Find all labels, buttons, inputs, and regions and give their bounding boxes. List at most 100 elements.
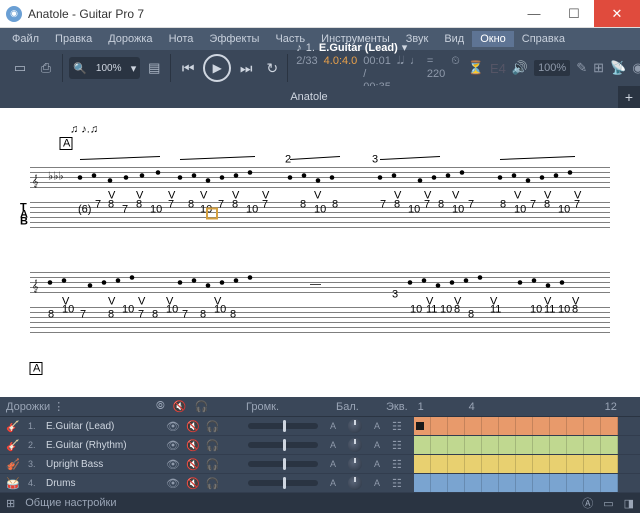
volume-slider[interactable] bbox=[248, 423, 318, 429]
mute-toggle[interactable]: 🔇 bbox=[186, 458, 200, 471]
svg-text:—: — bbox=[310, 279, 321, 291]
settings-icon[interactable]: ◉ bbox=[632, 60, 640, 76]
footer-label: Общие настройки bbox=[25, 497, 116, 509]
track-timeline[interactable] bbox=[414, 455, 634, 473]
broadcast-icon[interactable]: 📡 bbox=[610, 60, 626, 76]
tuner-icon[interactable]: ✎ bbox=[576, 60, 587, 76]
track-timeline[interactable] bbox=[414, 436, 634, 454]
instrument-icon: 🥁 bbox=[6, 477, 18, 490]
svg-text:8: 8 bbox=[48, 309, 54, 321]
zoom-control[interactable]: 🔍 ▾ bbox=[69, 57, 140, 79]
svg-text:V: V bbox=[136, 190, 144, 202]
svg-text:8: 8 bbox=[300, 199, 306, 211]
automation-a[interactable]: A bbox=[328, 478, 338, 488]
solo-toggle[interactable]: 🎧 bbox=[206, 458, 220, 471]
current-track-name: E.Guitar (Lead) bbox=[319, 42, 398, 55]
solo-toggle[interactable]: 🎧 bbox=[206, 477, 220, 490]
svg-text:♫ ♪.♫: ♫ ♪.♫ bbox=[70, 124, 98, 136]
chevron-down-icon[interactable]: ▾ bbox=[131, 62, 137, 75]
track-name[interactable]: E.Guitar (Lead) bbox=[46, 421, 156, 432]
score-view[interactable]: 𝄞 ♭♭♭ 𝄞 TAB A A ♫ ♪.♫ (6)7878107 8107810… bbox=[0, 108, 640, 397]
chevron-down-icon[interactable]: ▾ bbox=[402, 42, 408, 55]
track-timeline[interactable] bbox=[414, 417, 634, 435]
track-name[interactable]: E.Guitar (Rhythm) bbox=[46, 440, 156, 451]
speaker-icon[interactable]: 🔊 bbox=[512, 60, 528, 76]
automation-a[interactable]: A bbox=[328, 421, 338, 431]
svg-text:10: 10 bbox=[314, 204, 326, 216]
hourglass-icon[interactable]: ⏳ bbox=[468, 60, 484, 76]
svg-text:V: V bbox=[232, 190, 240, 202]
eq-button[interactable]: ☷ bbox=[392, 439, 404, 452]
svg-text:10: 10 bbox=[452, 204, 464, 216]
mute-toggle[interactable]: 🔇 bbox=[186, 477, 200, 490]
minimize-button[interactable]: — bbox=[514, 0, 554, 27]
visibility-toggle[interactable]: 👁 bbox=[166, 420, 180, 433]
solo-toggle[interactable]: 🎧 bbox=[206, 420, 220, 433]
skip-forward-button[interactable]: ⏭ bbox=[235, 57, 257, 79]
balance-knob[interactable] bbox=[348, 438, 362, 452]
svg-text:7: 7 bbox=[95, 199, 101, 211]
zoom-input[interactable] bbox=[91, 63, 127, 74]
menu-файл[interactable]: Файл bbox=[4, 31, 47, 47]
automation-a[interactable]: A bbox=[328, 459, 338, 469]
automation-b[interactable]: A bbox=[372, 440, 382, 450]
automation-b[interactable]: A bbox=[372, 421, 382, 431]
menu-нота[interactable]: Нота bbox=[161, 31, 202, 47]
automation-b[interactable]: A bbox=[372, 459, 382, 469]
menu-эффекты[interactable]: Эффекты bbox=[201, 31, 267, 47]
track-timeline[interactable] bbox=[414, 474, 634, 492]
track-row[interactable]: 🎸 1. E.Guitar (Lead) 👁🔇🎧 A A ☷ bbox=[0, 417, 640, 436]
eq-button[interactable]: ☷ bbox=[392, 420, 404, 433]
display-mode-icon[interactable]: ▤ bbox=[142, 56, 166, 80]
eq-button[interactable]: ☷ bbox=[392, 458, 404, 471]
tab-anatole[interactable]: Anatole bbox=[0, 86, 618, 108]
volume-slider[interactable] bbox=[248, 480, 318, 486]
menu-правка[interactable]: Правка bbox=[47, 31, 100, 47]
panel-toggle-icon[interactable]: ▭ bbox=[603, 497, 613, 510]
visibility-toggle[interactable]: 👁 bbox=[166, 439, 180, 452]
balance-knob[interactable] bbox=[348, 476, 362, 490]
svg-text:8: 8 bbox=[230, 309, 236, 321]
menu-dots-icon[interactable]: ⋮ bbox=[53, 401, 64, 413]
track-name[interactable]: Drums bbox=[46, 478, 156, 489]
volume-slider[interactable] bbox=[248, 461, 318, 467]
play-button[interactable]: ▶ bbox=[203, 54, 231, 82]
plectrum-icon: ♪ bbox=[296, 42, 302, 55]
svg-text:10: 10 bbox=[122, 304, 134, 316]
visibility-toggle[interactable]: 👁 bbox=[166, 458, 180, 471]
svg-text:7: 7 bbox=[530, 199, 536, 211]
eq-button[interactable]: ☷ bbox=[392, 477, 404, 490]
svg-text:𝄞: 𝄞 bbox=[32, 280, 39, 293]
balance-knob[interactable] bbox=[348, 419, 362, 433]
volume-slider[interactable] bbox=[248, 442, 318, 448]
mute-toggle[interactable]: 🔇 bbox=[186, 439, 200, 452]
svg-text:8: 8 bbox=[188, 199, 194, 211]
mute-toggle[interactable]: 🔇 bbox=[186, 420, 200, 433]
svg-text:V: V bbox=[138, 296, 146, 308]
print-icon[interactable]: ⎙ bbox=[34, 56, 58, 80]
close-button[interactable]: ✕ bbox=[594, 0, 640, 27]
new-file-icon[interactable]: ▭ bbox=[8, 56, 32, 80]
track-name[interactable]: Upright Bass bbox=[46, 459, 156, 470]
add-tab-button[interactable]: + bbox=[618, 89, 640, 105]
fretboard-icon[interactable]: ⊞ bbox=[593, 60, 604, 76]
menu-справка[interactable]: Справка bbox=[514, 31, 573, 47]
panel-right-icon[interactable]: ◨ bbox=[624, 497, 634, 510]
skip-back-button[interactable]: ⏮ bbox=[177, 57, 199, 79]
maximize-button[interactable]: ☐ bbox=[554, 0, 594, 27]
loop-button[interactable]: ↻ bbox=[261, 57, 283, 79]
menu-окно[interactable]: Окно bbox=[472, 31, 514, 47]
menu-дорожка[interactable]: Дорожка bbox=[100, 31, 160, 47]
solo-toggle[interactable]: 🎧 bbox=[206, 439, 220, 452]
automation-b[interactable]: A bbox=[372, 478, 382, 488]
timeline-ruler[interactable]: 1412 bbox=[418, 401, 634, 413]
track-row[interactable]: 🎸 2. E.Guitar (Rhythm) 👁🔇🎧 A A ☷ bbox=[0, 436, 640, 455]
balance-knob[interactable] bbox=[348, 457, 362, 471]
mute-header-icon: 🔇 bbox=[173, 400, 187, 413]
loop-a-icon[interactable]: Ⓐ bbox=[582, 495, 593, 511]
settings-panel-icon[interactable]: ⊞ bbox=[6, 497, 15, 510]
automation-a[interactable]: A bbox=[328, 440, 338, 450]
visibility-toggle[interactable]: 👁 bbox=[166, 477, 180, 490]
track-row[interactable]: 🎻 3. Upright Bass 👁🔇🎧 A A ☷ bbox=[0, 455, 640, 474]
track-row[interactable]: 🥁 4. Drums 👁🔇🎧 A A ☷ bbox=[0, 474, 640, 493]
